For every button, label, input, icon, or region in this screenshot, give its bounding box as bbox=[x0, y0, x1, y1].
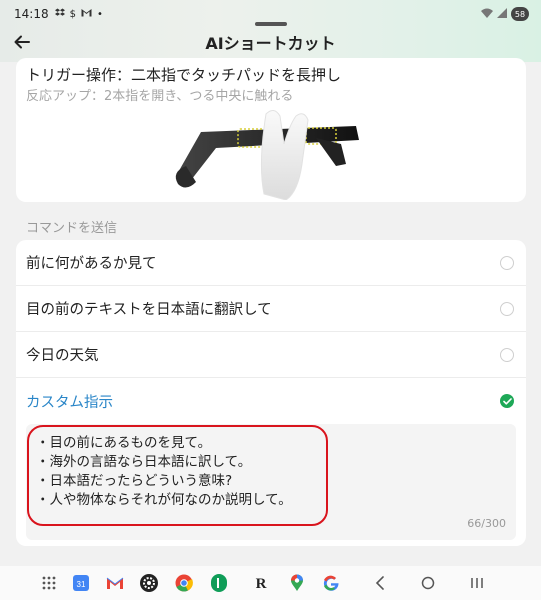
navigation-bar: 31 R bbox=[0, 566, 541, 600]
command-option-weather[interactable]: 今日の天気 bbox=[16, 332, 526, 378]
check-circle-icon[interactable] bbox=[500, 394, 514, 408]
wifi-icon bbox=[481, 8, 493, 21]
command-list-card: 前に何があるか見て 目の前のテキストを日本語に翻訳して 今日の天気 カスタム指示… bbox=[16, 240, 526, 546]
page-title: AIショートカット bbox=[205, 34, 336, 53]
status-time: 14:18 bbox=[14, 7, 49, 21]
gmail-icon[interactable] bbox=[104, 572, 126, 594]
dollar-icon: $ bbox=[69, 8, 76, 20]
arrow-left-icon bbox=[14, 35, 30, 49]
calendar-icon[interactable]: 31 bbox=[70, 572, 92, 594]
gmail-icon bbox=[81, 8, 92, 20]
google-icon[interactable] bbox=[320, 572, 342, 594]
trigger-title: トリガー操作：二本指でタッチパッドを長押し bbox=[26, 66, 342, 84]
status-system-icons: 58 bbox=[481, 7, 529, 21]
trigger-subtitle: 反応アップ：2本指を開き、つる中央に触れる bbox=[26, 89, 294, 104]
back-button[interactable] bbox=[10, 30, 34, 54]
highlight-annotation bbox=[27, 425, 328, 526]
trigger-card: トリガー操作：二本指でタッチパッドを長押し 反応アップ：2本指を開き、つる中央に… bbox=[16, 58, 526, 202]
app-bar: AIショートカット bbox=[0, 28, 541, 56]
r-app-icon[interactable]: R bbox=[250, 572, 272, 594]
radio-unchecked-icon[interactable] bbox=[500, 256, 514, 270]
glasses-illustration bbox=[175, 110, 359, 200]
chrome-icon[interactable] bbox=[173, 572, 195, 594]
back-nav-icon[interactable] bbox=[369, 572, 391, 594]
svg-text:31: 31 bbox=[77, 580, 86, 589]
character-counter: 66/300 bbox=[467, 517, 506, 530]
command-label: 今日の天気 bbox=[26, 348, 99, 364]
svg-text:R: R bbox=[256, 576, 267, 592]
command-label: 目の前のテキストを日本語に翻訳して bbox=[26, 302, 272, 318]
radio-unchecked-icon[interactable] bbox=[500, 302, 514, 316]
recents-nav-icon[interactable] bbox=[466, 572, 488, 594]
apps-grid-icon[interactable] bbox=[38, 572, 60, 594]
drag-handle[interactable] bbox=[255, 22, 287, 26]
status-notification-icons: $ • bbox=[54, 8, 103, 21]
maps-icon[interactable] bbox=[286, 572, 308, 594]
command-option-look-ahead[interactable]: 前に何があるか見て bbox=[16, 240, 526, 286]
dot-icon: • bbox=[96, 8, 103, 20]
settings-icon[interactable] bbox=[138, 572, 160, 594]
command-option-custom[interactable]: カスタム指示 bbox=[16, 378, 526, 424]
battery-icon: 58 bbox=[511, 7, 529, 21]
command-label: カスタム指示 bbox=[26, 394, 113, 411]
section-label-send-command: コマンドを送信 bbox=[26, 221, 118, 236]
command-label: 前に何があるか見て bbox=[26, 256, 157, 272]
radio-unchecked-icon[interactable] bbox=[500, 348, 514, 362]
signal-icon bbox=[497, 7, 507, 21]
command-option-translate[interactable]: 目の前のテキストを日本語に翻訳して bbox=[16, 286, 526, 332]
phone-icon[interactable] bbox=[208, 572, 230, 594]
dropbox-icon bbox=[54, 8, 65, 21]
home-nav-icon[interactable] bbox=[417, 572, 439, 594]
